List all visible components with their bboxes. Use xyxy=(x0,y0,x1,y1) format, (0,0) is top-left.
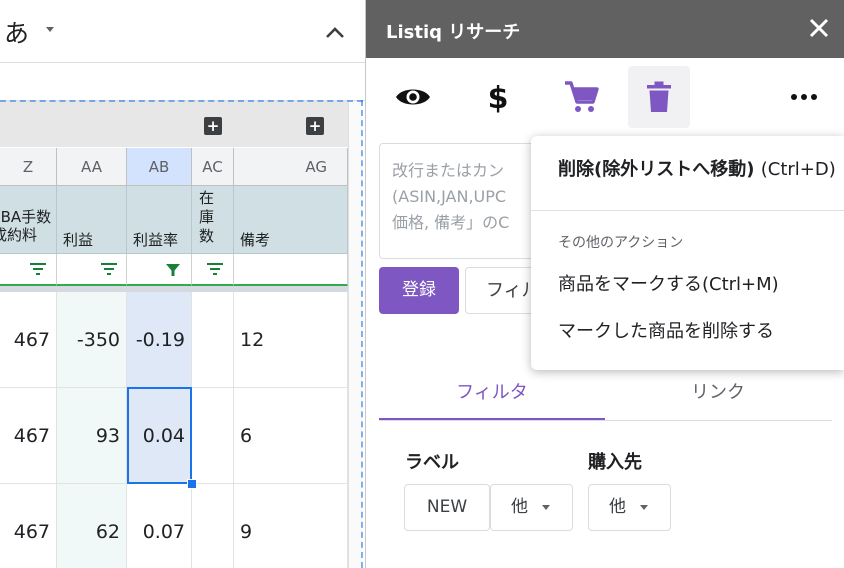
menu-item-delete[interactable]: 削除(除外リストへ移動) (Ctrl+D) xyxy=(531,146,844,194)
dollar-icon: $ xyxy=(488,81,509,114)
cell[interactable]: -0.19 xyxy=(127,292,192,388)
more-icon xyxy=(791,94,817,100)
font-toolbar: あ xyxy=(0,0,365,63)
panel-title: Listiq リサーチ xyxy=(386,22,521,43)
cell[interactable]: 12 xyxy=(234,292,348,388)
expand-group-button[interactable]: + xyxy=(306,117,324,135)
filter-active-icon[interactable] xyxy=(165,262,181,278)
more-actions-menu: 削除(除外リストへ移動) (Ctrl+D) その他のアクション 商品をマークする… xyxy=(531,136,844,370)
column-header-ac[interactable]: AC xyxy=(192,148,234,186)
fill-handle[interactable] xyxy=(187,479,197,489)
header-cell-notes[interactable]: 備考 xyxy=(234,186,348,254)
header-text: 庫 xyxy=(199,208,215,226)
column-header-aa[interactable]: AA xyxy=(57,148,127,186)
column-group-bar: + + xyxy=(0,101,348,147)
filter-cell xyxy=(127,254,192,286)
header-cell-profit[interactable]: 利益 xyxy=(57,186,127,254)
label-other-dropdown[interactable]: 他 xyxy=(490,484,573,531)
view-button[interactable] xyxy=(382,66,444,128)
panel-header: Listiq リサーチ xyxy=(366,0,844,58)
supplier-other-dropdown[interactable]: 他 xyxy=(588,484,671,531)
cell[interactable] xyxy=(192,292,234,388)
cell[interactable]: 467 xyxy=(0,484,57,568)
eye-icon xyxy=(396,89,430,105)
column-header-ag[interactable]: AG xyxy=(234,148,348,186)
cell[interactable] xyxy=(192,484,234,568)
filter-cell xyxy=(234,254,348,286)
cell[interactable]: 467 xyxy=(0,388,57,484)
label-new-chip[interactable]: NEW xyxy=(404,484,490,531)
panel-tabs: フィルタ リンク xyxy=(379,370,832,421)
menu-item-label: 削除(除外リストへ移動) xyxy=(558,159,755,180)
header-text: 在 xyxy=(199,189,215,207)
font-selector[interactable]: あ xyxy=(4,14,29,50)
register-button[interactable]: 登録 xyxy=(379,267,459,314)
chip-label: 他 xyxy=(511,497,528,517)
trash-icon xyxy=(647,81,671,112)
close-icon[interactable] xyxy=(806,15,832,41)
active-cell-outline xyxy=(127,387,192,484)
cell[interactable]: -350 xyxy=(57,292,127,388)
header-cell-fba-fee[interactable]: FBA手数 成約料 xyxy=(0,186,57,254)
header-text: 数 xyxy=(199,227,215,245)
filter-cell xyxy=(0,254,57,286)
supplier-filter-title: 購入先 xyxy=(588,452,642,473)
formula-bar[interactable] xyxy=(0,62,365,101)
filter-icon[interactable] xyxy=(207,263,223,275)
expand-group-button[interactable]: + xyxy=(204,117,222,135)
chevron-down-icon xyxy=(640,504,648,510)
vertical-scrollbar[interactable] xyxy=(348,101,362,568)
cart-icon xyxy=(565,81,599,112)
column-header-z[interactable]: Z xyxy=(0,148,57,186)
cell[interactable]: 467 xyxy=(0,292,57,388)
label-filter-title: ラベル xyxy=(405,452,459,473)
cell[interactable] xyxy=(192,388,234,484)
menu-section-title: その他のアクション xyxy=(558,235,684,251)
panel-toolbar: $ xyxy=(366,58,844,136)
sheet-grid: + + Z AA AB AC AG FBA手数 成約料 利益 利益率 在 庫 数 xyxy=(0,101,348,568)
header-cell-profit-rate[interactable]: 利益率 xyxy=(127,186,192,254)
cell[interactable]: 0.07 xyxy=(127,484,192,568)
menu-item-delete-marked[interactable]: マークした商品を削除する xyxy=(531,308,844,356)
menu-divider xyxy=(531,210,844,211)
copy-selection-border xyxy=(0,100,363,102)
header-text: 備考 xyxy=(240,231,271,249)
cell[interactable]: 9 xyxy=(234,484,348,568)
tab-filter[interactable]: フィルタ xyxy=(379,370,605,420)
price-button[interactable]: $ xyxy=(467,66,529,128)
menu-item-shortcut: (Ctrl+D) xyxy=(760,159,836,180)
header-text: 利益 xyxy=(63,231,94,249)
chevron-down-icon xyxy=(542,504,550,510)
filter-cell xyxy=(192,254,234,286)
chevron-down-icon[interactable] xyxy=(46,27,54,32)
chip-label: 他 xyxy=(609,497,626,517)
chip-label: NEW xyxy=(426,497,468,517)
cell[interactable]: 62 xyxy=(57,484,127,568)
delete-button[interactable] xyxy=(628,66,690,128)
menu-item-mark[interactable]: 商品をマークする(Ctrl+M) xyxy=(531,261,844,309)
tab-link[interactable]: リンク xyxy=(605,370,831,418)
column-header-ab[interactable]: AB xyxy=(127,148,192,186)
copy-selection-border xyxy=(361,100,363,568)
filter-icon[interactable] xyxy=(101,263,117,275)
filter-cell xyxy=(57,254,127,286)
header-cell-stock[interactable]: 在 庫 数 xyxy=(192,186,234,254)
filter-icon[interactable] xyxy=(30,263,46,275)
cell[interactable]: 93 xyxy=(57,388,127,484)
cart-button[interactable] xyxy=(550,66,612,128)
more-actions-button[interactable] xyxy=(773,66,835,128)
header-text: 成約料 xyxy=(0,226,38,244)
spreadsheet: あ + + Z AA AB AC AG FBA手数 成約料 利益 利益率 xyxy=(0,0,365,568)
header-text: FBA手数 xyxy=(0,208,52,226)
svg-text:$: $ xyxy=(488,81,509,114)
header-text: 利益率 xyxy=(133,231,179,249)
chevron-up-icon[interactable] xyxy=(320,20,350,46)
cell[interactable]: 6 xyxy=(234,388,348,484)
